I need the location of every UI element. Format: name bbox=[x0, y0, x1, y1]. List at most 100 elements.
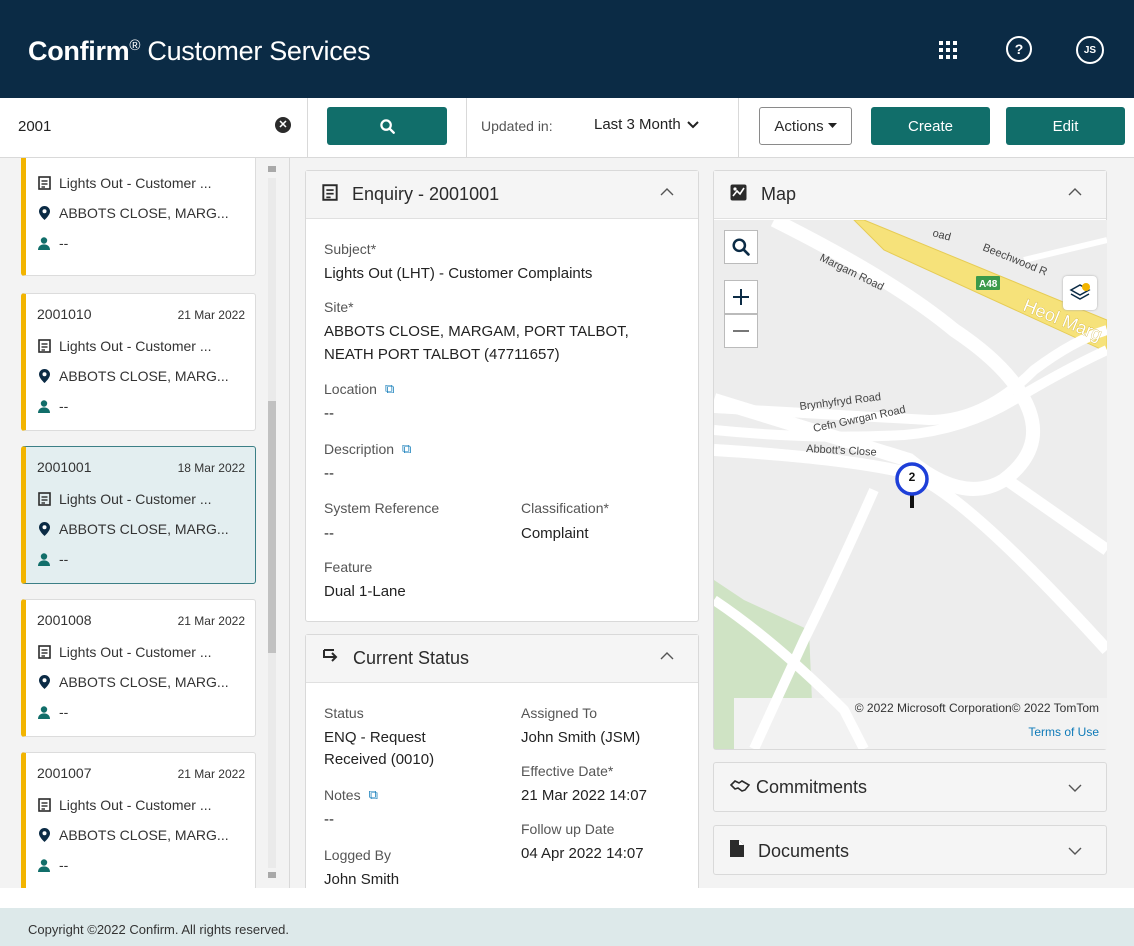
card-person-row: -- bbox=[37, 857, 68, 873]
card-subject: Lights Out - Customer ... bbox=[59, 797, 212, 813]
location-value: -- bbox=[324, 405, 334, 422]
scroll-down-arrow[interactable] bbox=[268, 872, 276, 878]
card-person-row: -- bbox=[37, 704, 68, 720]
card-site-row: ABBOTS CLOSE, MARG... bbox=[37, 205, 229, 221]
notes-label: Notes ⧉ bbox=[324, 787, 378, 803]
card-site: ABBOTS CLOSE, MARG... bbox=[59, 205, 229, 221]
feature-value: Dual 1-Lane bbox=[324, 583, 406, 600]
map-icon bbox=[730, 184, 747, 206]
result-card-selected[interactable]: 2001001 18 Mar 2022 Lights Out - Custome… bbox=[21, 446, 256, 584]
system-reference-label: System Reference bbox=[324, 500, 440, 516]
external-link-icon[interactable]: ⧉ bbox=[369, 787, 378, 803]
current-status-header[interactable]: Current Status bbox=[306, 635, 698, 683]
result-card[interactable]: Lights Out - Customer ... ABBOTS CLOSE, … bbox=[21, 158, 256, 276]
card-site: ABBOTS CLOSE, MARG... bbox=[59, 368, 229, 384]
search-button[interactable] bbox=[327, 107, 447, 145]
map-marker[interactable]: 2 bbox=[894, 462, 930, 508]
chevron-up-icon[interactable] bbox=[660, 185, 674, 199]
help-icon[interactable]: ? bbox=[1006, 36, 1032, 62]
layers-icon bbox=[1069, 283, 1091, 300]
footer: Copyright ©2022 Confirm. All rights rese… bbox=[0, 908, 1134, 946]
search-icon bbox=[379, 118, 395, 134]
follow-up-date-value: 04 Apr 2022 14:07 bbox=[521, 845, 644, 862]
map-search-button[interactable] bbox=[724, 230, 758, 264]
date-range-value: Last 3 Month bbox=[594, 116, 681, 133]
person-icon bbox=[37, 399, 51, 413]
create-button[interactable]: Create bbox=[871, 107, 990, 145]
external-link-icon[interactable]: ⧉ bbox=[402, 441, 411, 457]
card-subject-row: Lights Out - Customer ... bbox=[37, 491, 212, 507]
app-grid-icon[interactable] bbox=[934, 36, 962, 64]
location-pin-icon bbox=[37, 828, 51, 842]
commitments-title: Commitments bbox=[756, 777, 868, 797]
enquiry-title: Enquiry - 2001001 bbox=[352, 184, 500, 204]
date-range-select[interactable]: Last 3 Month bbox=[594, 116, 699, 133]
minus-icon bbox=[733, 330, 749, 332]
zoom-in-button[interactable] bbox=[724, 280, 758, 314]
layers-button[interactable] bbox=[1063, 276, 1097, 310]
card-person: -- bbox=[59, 398, 69, 414]
zoom-out-button[interactable] bbox=[724, 314, 758, 348]
location-label: Location ⧉ bbox=[324, 381, 394, 397]
card-subject: Lights Out - Customer ... bbox=[59, 644, 212, 660]
search-input[interactable] bbox=[18, 118, 258, 135]
edit-button[interactable]: Edit bbox=[1006, 107, 1125, 145]
card-person: -- bbox=[59, 857, 69, 873]
chevron-down-icon[interactable] bbox=[1068, 844, 1082, 858]
classification-value: Complaint bbox=[521, 525, 589, 542]
card-person-row: -- bbox=[37, 235, 68, 251]
user-avatar[interactable]: JS bbox=[1076, 36, 1104, 64]
description-label-text: Description bbox=[324, 441, 395, 457]
subject-label: Subject* bbox=[324, 241, 377, 257]
actions-label: Actions bbox=[774, 117, 824, 135]
map-panel-header[interactable]: Map bbox=[714, 171, 1106, 219]
person-icon bbox=[37, 858, 51, 872]
result-card[interactable]: 2001007 21 Mar 2022 Lights Out - Custome… bbox=[21, 752, 256, 888]
chevron-up-icon[interactable] bbox=[660, 649, 674, 663]
results-scrollbar[interactable] bbox=[268, 166, 276, 878]
card-subject-row: Lights Out - Customer ... bbox=[37, 797, 212, 813]
feature-label: Feature bbox=[324, 559, 373, 575]
result-card[interactable]: 2001010 21 Mar 2022 Lights Out - Custome… bbox=[21, 293, 256, 431]
enquiry-panel-header[interactable]: Enquiry - 2001001 bbox=[306, 171, 698, 219]
enquiry-icon bbox=[37, 492, 51, 506]
card-person-row: -- bbox=[37, 551, 68, 567]
documents-title: Documents bbox=[758, 840, 850, 861]
chevron-down-icon[interactable] bbox=[1068, 781, 1082, 795]
chevron-up-icon[interactable] bbox=[1068, 185, 1082, 199]
actions-dropdown-button[interactable]: Actions bbox=[759, 107, 852, 145]
result-card[interactable]: 2001008 21 Mar 2022 Lights Out - Custome… bbox=[21, 599, 256, 737]
current-status-panel: Current Status Status ENQ - Request Rece… bbox=[305, 634, 699, 888]
scroll-up-arrow[interactable] bbox=[268, 166, 276, 172]
commitments-header: Commitments bbox=[729, 777, 868, 798]
card-subject-row: Lights Out - Customer ... bbox=[37, 175, 212, 191]
enquiry-icon bbox=[322, 183, 338, 206]
card-site-row: ABBOTS CLOSE, MARG... bbox=[37, 521, 229, 537]
app-title: Confirm® Customer Services bbox=[28, 36, 371, 67]
documents-panel[interactable]: Documents bbox=[713, 825, 1107, 875]
enquiry-icon bbox=[37, 645, 51, 659]
app-subtitle: Customer Services bbox=[140, 36, 371, 66]
terms-of-use-link[interactable]: Terms of Use bbox=[1028, 725, 1099, 739]
location-label-text: Location bbox=[324, 381, 377, 397]
person-icon bbox=[37, 705, 51, 719]
toolbar: ✕ Updated in: Last 3 Month Actions Creat… bbox=[0, 98, 1134, 158]
help-glyph: ? bbox=[1014, 41, 1024, 57]
location-pin-icon bbox=[37, 206, 51, 220]
assigned-to-label: Assigned To bbox=[521, 705, 598, 721]
card-date: 21 Mar 2022 bbox=[177, 308, 245, 322]
external-link-icon[interactable]: ⧉ bbox=[385, 381, 394, 397]
scroll-thumb[interactable] bbox=[268, 401, 276, 653]
status-arrow-icon bbox=[322, 648, 339, 669]
card-subject-row: Lights Out - Customer ... bbox=[37, 644, 212, 660]
site-value-line2: NEATH PORT TALBOT (47711657) bbox=[324, 346, 560, 363]
commitments-panel[interactable]: Commitments bbox=[713, 762, 1107, 812]
search-icon bbox=[732, 238, 750, 256]
results-list: Lights Out - Customer ... ABBOTS CLOSE, … bbox=[0, 158, 290, 888]
card-person: -- bbox=[59, 704, 69, 720]
enquiry-icon bbox=[37, 798, 51, 812]
map-column: Map oad Beechwood R Margam Road Heol Mar… bbox=[706, 158, 1134, 888]
clear-search-icon[interactable]: ✕ bbox=[275, 117, 291, 133]
status-label: Status bbox=[324, 705, 364, 721]
map-canvas[interactable]: oad Beechwood R Margam Road Heol Marg A4… bbox=[714, 220, 1107, 749]
